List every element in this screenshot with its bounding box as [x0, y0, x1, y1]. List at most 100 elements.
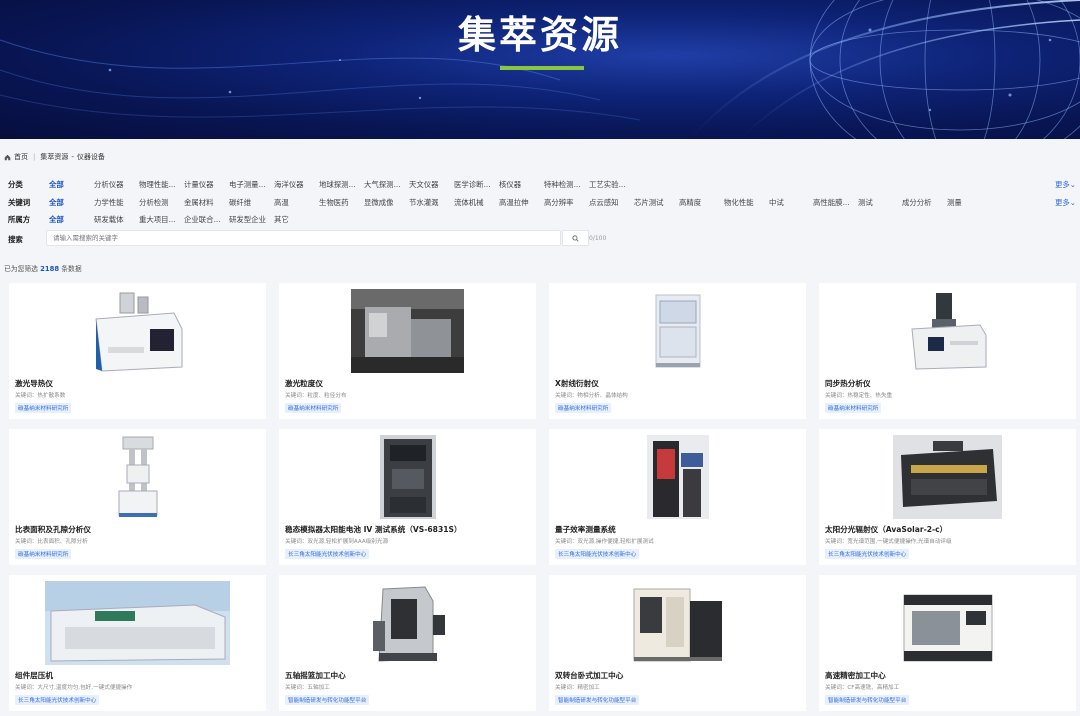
- card-title: 比表面积及孔隙分析仪: [15, 525, 91, 534]
- filter-keyword-item[interactable]: 点云感知: [589, 197, 619, 208]
- filter-category-item[interactable]: 物理性能...: [139, 179, 176, 190]
- equipment-card[interactable]: 高速精密加工中心 关键词：CF高速铣、高精加工 智能制造研发与转化功能型平台: [819, 575, 1076, 711]
- search-button[interactable]: [562, 230, 589, 246]
- filter-label-search: 搜索: [8, 235, 23, 244]
- filter-row-keyword: 关键词 全部 力学性能 分析检测 金属材料 碳纤维 高温 生物医药 显微成像 节…: [0, 195, 1080, 209]
- filter-keyword-item[interactable]: 物化性能: [724, 197, 754, 208]
- filter-keyword-item[interactable]: 显微成像: [364, 197, 394, 208]
- equipment-image: [279, 287, 536, 375]
- filter-keyword-item[interactable]: 中试: [769, 197, 784, 208]
- filter-owner-item[interactable]: 研发载体: [94, 214, 124, 225]
- filter-keyword-item[interactable]: 芯片测试: [634, 197, 664, 208]
- card-title: 激光导热仪: [15, 379, 53, 388]
- equipment-image: [819, 579, 1076, 667]
- filter-keyword-item[interactable]: 成分分析: [902, 197, 932, 208]
- filter-row-owner: 所属方 全部 研发载体 重大项目... 企业联合... 研发型企业 其它: [0, 212, 1080, 226]
- filter-category-item[interactable]: 医学诊断...: [454, 179, 491, 190]
- hero-banner: 集萃资源: [0, 0, 1080, 139]
- chevron-down-icon: ⌄: [1069, 198, 1076, 207]
- breadcrumb-level1[interactable]: 集萃资源: [40, 152, 68, 162]
- equipment-card[interactable]: 稳态模拟器太阳能电池 IV 测试系统（VS-6831S） 关键词：双光源,轻松扩…: [279, 429, 536, 565]
- filter-category-item[interactable]: 计量仪器: [184, 179, 214, 190]
- equipment-card[interactable]: 双转台卧式加工中心 关键词：精密加工 智能制造研发与转化功能型平台: [549, 575, 806, 711]
- more-label: 更多: [1055, 198, 1070, 207]
- filter-owner-item[interactable]: 重大项目...: [139, 214, 176, 225]
- card-org-tag: 碳基纳米材料研究所: [15, 403, 72, 413]
- filter-category-item[interactable]: 工艺实验...: [589, 179, 626, 190]
- equipment-card[interactable]: 组件层压机 关键词：大尺寸,温度均匀,包好,一键式便捷操作 长三角太阳能光伏技术…: [9, 575, 266, 711]
- filter-category-item[interactable]: 大气探测...: [364, 179, 401, 190]
- breadcrumb-separator: |: [33, 153, 36, 161]
- card-org-tag: 智能制造研发与转化功能型平台: [555, 695, 640, 705]
- equipment-image: [819, 287, 1076, 375]
- filter-keyword-item[interactable]: 分析检测: [139, 197, 169, 208]
- filter-category-item[interactable]: 电子测量...: [229, 179, 266, 190]
- card-org-tag: 碳基纳米材料研究所: [555, 403, 612, 413]
- card-keywords: 关键词：热稳定性、热失重: [825, 393, 893, 399]
- filter-keyword-all[interactable]: 全部: [49, 197, 64, 208]
- card-org-tag: 碳基纳米材料研究所: [825, 403, 882, 413]
- filter-keyword-item[interactable]: 高分辨率: [544, 197, 574, 208]
- filter-category-item[interactable]: 核仪器: [499, 179, 521, 190]
- filter-owner-item[interactable]: 其它: [274, 214, 289, 225]
- equipment-image: [279, 579, 536, 667]
- equipment-card[interactable]: 比表面积及孔隙分析仪 关键词：比表面积、孔隙分析 碳基纳米材料研究所: [9, 429, 266, 565]
- card-keywords: 关键词：比表面积、孔隙分析: [15, 539, 88, 545]
- equipment-card[interactable]: 同步热分析仪 关键词：热稳定性、热失重 碳基纳米材料研究所: [819, 283, 1076, 419]
- card-org-tag: 长三角太阳能光伏技术创新中心: [825, 549, 910, 559]
- card-org-tag: 智能制造研发与转化功能型平台: [285, 695, 370, 705]
- filter-category-item[interactable]: 特种检测...: [544, 179, 581, 190]
- search-box: 0/100: [46, 230, 606, 246]
- filter-owner-item[interactable]: 研发型企业: [229, 214, 266, 225]
- filter-category-item[interactable]: 地球探测...: [319, 179, 356, 190]
- card-org-tag: 长三角太阳能光伏技术创新中心: [15, 695, 100, 705]
- filter-category-all[interactable]: 全部: [49, 179, 64, 190]
- filter-owner-item[interactable]: 企业联合...: [184, 214, 221, 225]
- filter-keyword-item[interactable]: 测量: [947, 197, 962, 208]
- card-keywords: 关键词：精密加工: [555, 685, 600, 691]
- filter-keyword-item[interactable]: 金属材料: [184, 197, 214, 208]
- equipment-card[interactable]: 激光导热仪 关键词：热扩散系数 碳基纳米材料研究所: [9, 283, 266, 419]
- equipment-card[interactable]: 太阳分光辐射仪（AvaSolar-2-c） 关键词：宽光谱范围,一键式便捷操作,…: [819, 429, 1076, 565]
- equipment-image: [549, 287, 806, 375]
- chevron-down-icon: ⌄: [1069, 180, 1076, 189]
- filter-keyword-item[interactable]: 高温拉伸: [499, 197, 529, 208]
- equipment-card[interactable]: 激光粒度仪 关键词：粒度、粒径分布 碳基纳米材料研究所: [279, 283, 536, 419]
- filter-keyword-item[interactable]: 流体机械: [454, 197, 484, 208]
- filter-keyword-item[interactable]: 高精度: [679, 197, 701, 208]
- filter-keyword-item[interactable]: 碳纤维: [229, 197, 251, 208]
- filter-keyword-item[interactable]: 生物医药: [319, 197, 349, 208]
- filter-keyword-more-button[interactable]: 更多⌄: [1055, 197, 1076, 208]
- equipment-card[interactable]: 五轴摇篮加工中心 关键词：五轴加工 智能制造研发与转化功能型平台: [279, 575, 536, 711]
- equipment-card[interactable]: 量子效率测量系统 关键词：双光源,操作便捷,轻松扩展测试 长三角太阳能光伏技术创…: [549, 429, 806, 565]
- search-row: 搜索 0/100: [0, 229, 1080, 247]
- filter-category-item[interactable]: 天文仪器: [409, 179, 439, 190]
- card-keywords: 关键词：热扩散系数: [15, 393, 66, 399]
- equipment-image: [9, 579, 266, 667]
- filter-keyword-item[interactable]: 节水灌溉: [409, 197, 439, 208]
- equipment-card[interactable]: X射线衍射仪 关键词：物相分析、晶体结构 碳基纳米材料研究所: [549, 283, 806, 419]
- card-title: 太阳分光辐射仪（AvaSolar-2-c）: [825, 525, 948, 534]
- card-org-tag: 智能制造研发与转化功能型平台: [825, 695, 910, 705]
- search-input[interactable]: [47, 231, 517, 245]
- search-char-count: 0/100: [589, 235, 607, 242]
- filter-keyword-item[interactable]: 力学性能: [94, 197, 124, 208]
- title-underline: [500, 66, 584, 70]
- filter-keyword-item[interactable]: 高温: [274, 197, 289, 208]
- filter-keyword-item[interactable]: 高性能膜...: [813, 197, 850, 208]
- filter-owner-all[interactable]: 全部: [49, 214, 64, 225]
- card-title: 五轴摇篮加工中心: [285, 671, 346, 680]
- breadcrumb-home[interactable]: 首页: [14, 152, 28, 162]
- card-org-tag: 碳基纳米材料研究所: [285, 403, 342, 413]
- filter-category-item[interactable]: 海洋仪器: [274, 179, 304, 190]
- card-title: 激光粒度仪: [285, 379, 323, 388]
- card-title: 稳态模拟器太阳能电池 IV 测试系统（VS-6831S）: [285, 525, 462, 534]
- filter-category-item[interactable]: 分析仪器: [94, 179, 124, 190]
- card-title: 双转台卧式加工中心: [555, 671, 624, 680]
- equipment-image: [549, 433, 806, 521]
- card-keywords: 关键词：CF高速铣、高精加工: [825, 685, 900, 691]
- equipment-image: [9, 433, 266, 521]
- filter-keyword-item[interactable]: 测试: [858, 197, 873, 208]
- equipment-image: [819, 433, 1076, 521]
- filter-category-more-button[interactable]: 更多⌄: [1055, 179, 1076, 190]
